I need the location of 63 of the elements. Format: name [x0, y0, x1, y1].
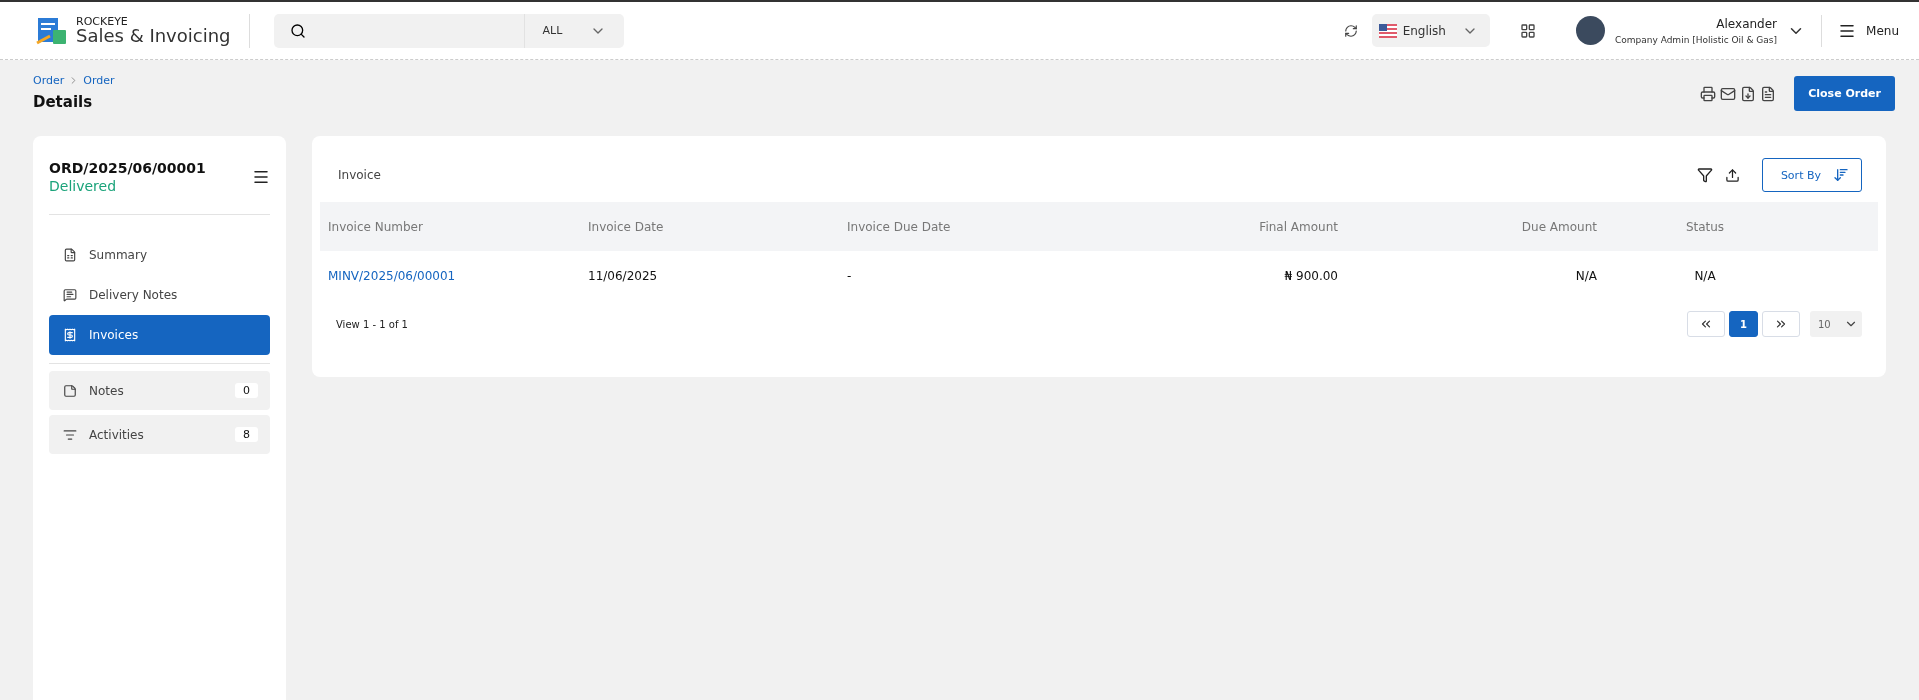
sidebar-item[interactable]: Summary — [49, 235, 270, 275]
column-header: Invoice Due Date — [846, 219, 952, 234]
avatar[interactable] — [1576, 16, 1605, 45]
count-badge: 8 — [235, 427, 258, 442]
filter-icon[interactable] — [1696, 167, 1713, 183]
invoice-link[interactable]: MINV/2025/06/00001 — [320, 269, 580, 283]
first-page-button[interactable] — [1687, 311, 1725, 337]
sidebar-item[interactable]: Notes 0 — [49, 371, 270, 410]
upload-icon[interactable] — [1724, 167, 1740, 183]
sidebar-item[interactable]: Invoices — [49, 315, 270, 355]
user-role: Company Admin [Holistic Oil & Gas] — [1615, 34, 1778, 45]
print-icon[interactable] — [1700, 85, 1717, 102]
page-title: Details — [33, 93, 94, 111]
logo-icon — [36, 15, 68, 46]
sidebar-item[interactable]: Activities 8 — [49, 415, 270, 454]
brand-name: Sales & Invoicing — [76, 27, 231, 45]
sort-icon — [1833, 167, 1849, 183]
menu-icon[interactable] — [252, 168, 270, 186]
apps-icon[interactable] — [1520, 22, 1536, 39]
order-number: ORD/2025/06/00001 — [49, 160, 206, 176]
sidebar-item-label: Notes — [89, 383, 124, 398]
note-icon — [63, 383, 77, 398]
chat-icon — [63, 288, 77, 302]
page-button[interactable]: 1 — [1729, 311, 1758, 337]
table-cell-text: - — [846, 269, 853, 283]
table-cell-text: 11/06/2025 — [587, 269, 659, 283]
flag-icon — [1378, 23, 1397, 38]
close-order-button[interactable]: Close Order — [1794, 76, 1895, 111]
column-header: Due Amount — [1520, 219, 1598, 234]
column-header: Invoice Number — [327, 219, 424, 234]
language-dropdown[interactable]: English — [1371, 14, 1490, 47]
page-size-dropdown[interactable]: 10 — [1810, 311, 1862, 337]
scope-dropdown[interactable]: ALL — [523, 13, 624, 48]
table-cell-text: N/A — [1574, 269, 1598, 283]
last-page-button[interactable] — [1762, 311, 1800, 337]
double-chevron-right-icon — [1774, 317, 1788, 331]
order-status: Delivered — [49, 178, 118, 194]
list-icon — [63, 427, 77, 442]
double-chevron-left-icon — [1699, 317, 1713, 331]
column-header: Invoice Date — [587, 219, 665, 234]
user-name: Alexander — [1716, 16, 1778, 31]
mail-icon[interactable] — [1720, 85, 1737, 102]
panel-title: Invoice — [338, 168, 381, 182]
record-count: View 1 - 1 of 1 — [336, 318, 408, 330]
search-field[interactable]: ALL — [273, 13, 624, 48]
column-header: Final Amount — [1258, 219, 1339, 234]
sort-button[interactable]: Sort By — [1761, 158, 1862, 192]
table-cell-text: ₦ 900.00 — [1283, 269, 1339, 283]
sidebar-item[interactable]: Delivery Notes — [49, 275, 270, 315]
sidebar-item-label: Activities — [89, 427, 144, 442]
receipt-icon — [63, 328, 77, 342]
brand-subtitle: ROCKEYE — [76, 16, 129, 27]
table-cell-text: N/A — [1693, 269, 1717, 283]
menu-button[interactable]: Menu — [1821, 14, 1899, 47]
count-badge: 0 — [235, 383, 258, 398]
file-download-icon[interactable] — [1740, 85, 1757, 102]
column-header: Status — [1684, 219, 1726, 234]
breadcrumb-link[interactable]: Order — [83, 74, 115, 87]
document-icon — [63, 248, 77, 262]
document-icon[interactable] — [1760, 85, 1777, 102]
breadcrumb-link[interactable]: Order — [33, 74, 65, 87]
refresh-icon[interactable] — [1343, 23, 1358, 38]
search-icon — [289, 22, 306, 39]
